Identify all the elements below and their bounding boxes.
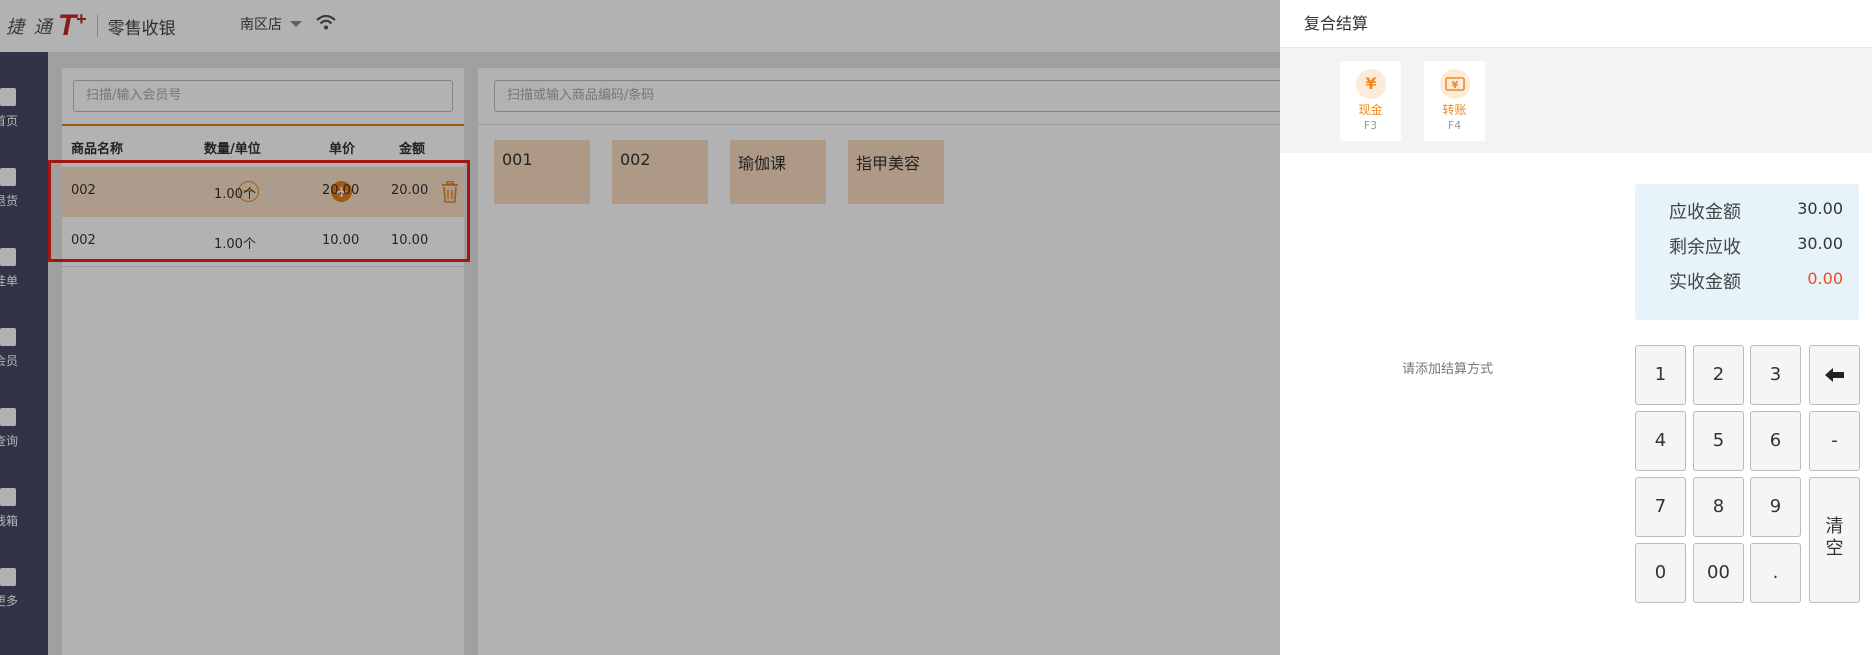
- keypad-2-button[interactable]: 2: [1693, 345, 1744, 405]
- transfer-glyph: ¥: [1445, 77, 1465, 91]
- keypad-9-button[interactable]: 9: [1750, 477, 1801, 537]
- dialog-title: 复合结算: [1304, 14, 1369, 33]
- keypad-0-button[interactable]: 0: [1635, 543, 1686, 603]
- receivable-value: 30.00: [1797, 199, 1843, 218]
- backspace-button[interactable]: [1809, 345, 1860, 405]
- method-shortcut: F3: [1363, 119, 1378, 132]
- receivable-label: 应收金额: [1669, 202, 1741, 223]
- transfer-icon: ¥: [1440, 69, 1470, 99]
- transfer-glyph-text: ¥: [1452, 80, 1459, 91]
- clear-button[interactable]: 清 空: [1809, 477, 1860, 603]
- keypad-4-button[interactable]: 4: [1635, 411, 1686, 471]
- keypad-5-button[interactable]: 5: [1693, 411, 1744, 471]
- keypad-dot-button[interactable]: .: [1750, 543, 1801, 603]
- received-label: 实收金额: [1669, 272, 1741, 293]
- method-shortcut: F4: [1447, 119, 1462, 132]
- transfer-method-button[interactable]: ¥ 转账 F4: [1424, 61, 1485, 141]
- keypad-minus-button[interactable]: -: [1809, 411, 1860, 471]
- keypad-6-button[interactable]: 6: [1750, 411, 1801, 471]
- empty-method-hint: 请添加结算方式: [1402, 362, 1494, 377]
- keypad-3-button[interactable]: 3: [1750, 345, 1801, 405]
- keypad-00-button[interactable]: 00: [1693, 543, 1744, 603]
- payment-methods-bar: ¥ 现金 F3 ¥ 转账 F4: [1280, 48, 1872, 153]
- remaining-label: 剩余应收: [1669, 237, 1741, 258]
- clear-label-line-1: 清: [1825, 516, 1844, 537]
- remaining-value: 30.00: [1797, 234, 1843, 253]
- clear-label-line-2: 空: [1825, 538, 1844, 559]
- combined-settlement-dialog: 复合结算 ¥ 现金 F3 ¥ 转账 F4 应收金额 30.00 剩余应收 30.…: [1280, 0, 1872, 655]
- received-value: 0.00: [1807, 269, 1843, 288]
- amount-summary: 应收金额 30.00 剩余应收 30.00 实收金额 0.00: [1635, 184, 1859, 320]
- keypad-8-button[interactable]: 8: [1693, 477, 1744, 537]
- cash-method-button[interactable]: ¥ 现金 F3: [1340, 61, 1401, 141]
- cash-icon: ¥: [1356, 69, 1386, 99]
- method-label: 转账: [1442, 103, 1467, 117]
- keypad-1-button[interactable]: 1: [1635, 345, 1686, 405]
- keypad-7-button[interactable]: 7: [1635, 477, 1686, 537]
- method-label: 现金: [1358, 103, 1383, 117]
- backspace-icon: [1824, 368, 1844, 382]
